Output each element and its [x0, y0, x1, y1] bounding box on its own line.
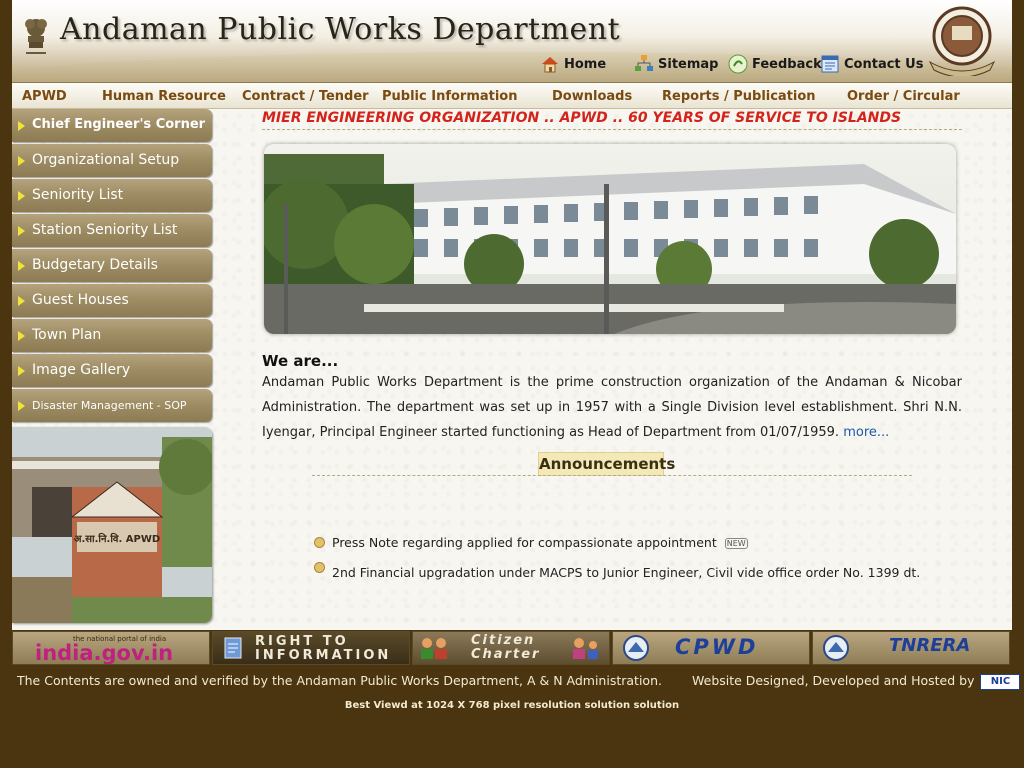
news-ticker-text: MIER ENGINEERING ORGANIZATION .. APWD ..… [262, 110, 902, 126]
apwd-office-photo: अ.सा.नि.वि. APWD [12, 427, 212, 623]
announcement-item[interactable]: Press Note regarding applied for compass… [312, 532, 932, 557]
sidebar-item-label: Budgetary Details [32, 257, 158, 273]
arrow-right-icon [18, 191, 25, 201]
more-link[interactable]: more... [843, 425, 889, 440]
sidebar-item-label: Station Seniority List [32, 222, 178, 238]
sitemap-link[interactable]: Sitemap [634, 54, 718, 74]
sidebar-item-label: Chief Engineer's Corner [32, 117, 206, 132]
nav-order-circular[interactable]: Order / Circular [847, 89, 960, 104]
sitemap-icon [635, 55, 653, 71]
tnrera-label: TNRERA [889, 635, 971, 656]
site-header: Andaman Public Works Department Home Sit… [12, 0, 1012, 84]
arrow-right-icon [18, 401, 25, 411]
page-container: Andaman Public Works Department Home Sit… [12, 0, 1012, 630]
arrow-right-icon [18, 121, 25, 131]
citizen-charter-banner[interactable]: Citizen Charter [412, 631, 610, 665]
announcement-text: 2nd Financial upgradation under MACPS to… [332, 565, 921, 592]
sidebar-item-guest-houses[interactable]: Guest Houses [12, 284, 212, 317]
home-icon [542, 57, 558, 73]
announcements-title: Announcements [538, 452, 675, 476]
citizen-label-1: Citizen [471, 633, 536, 648]
sidebar-item-town-plan[interactable]: Town Plan [12, 319, 212, 352]
feedback-link-label: Feedback [752, 56, 822, 72]
sidebar-item-label: Organizational Setup [32, 152, 180, 168]
contact-link-label: Contact Us [844, 56, 924, 72]
sitemap-link-label: Sitemap [658, 56, 719, 72]
arrow-right-icon [18, 261, 25, 271]
arrow-right-icon [18, 331, 25, 341]
contact-link[interactable]: Contact Us [820, 54, 923, 74]
india-gov-label: india.gov.in [35, 641, 174, 665]
contact-icon [821, 55, 839, 73]
footer-credit: Website Designed, Developed and Hosted b… [692, 673, 1021, 690]
national-emblem-icon [25, 19, 47, 54]
footer-ownership-text: The Contents are owned and verified by t… [17, 673, 662, 688]
tnrera-logo-icon [823, 635, 849, 661]
tnrera-banner[interactable]: TNRERA [812, 631, 1010, 665]
sidebar-item-label: Disaster Management - SOP [32, 399, 187, 412]
home-link[interactable]: Home [540, 54, 606, 74]
arrow-right-icon [18, 296, 25, 306]
nav-contract-tender[interactable]: Contract / Tender [242, 89, 369, 104]
footer-resolution-note: Best Viewd at 1024 X 768 pixel resolutio… [344, 700, 680, 711]
family-icon [573, 638, 598, 659]
announcement-item[interactable]: 2nd Financial upgradation under MACPS to… [312, 557, 932, 592]
sidebar-item-label: Guest Houses [32, 292, 129, 308]
document-icon [224, 637, 242, 659]
about-text: Andaman Public Works Department is the p… [262, 370, 962, 445]
rti-banner[interactable]: RIGHT TO INFORMATION [212, 631, 410, 665]
announcements-divider [312, 475, 912, 476]
arrow-right-icon [18, 366, 25, 376]
arrow-right-icon [18, 226, 25, 236]
feedback-link[interactable]: Feedback [728, 54, 822, 74]
sidebar: Chief Engineer's Corner Organizational S… [12, 109, 212, 623]
india-gov-banner[interactable]: the national portal of india india.gov.i… [12, 631, 210, 665]
sidebar-item-label: Town Plan [32, 327, 102, 343]
nav-apwd[interactable]: APWD [22, 89, 67, 104]
cpwd-banner[interactable]: CPWD [612, 631, 810, 665]
sidebar-item-seniority-list[interactable]: Seniority List [12, 179, 212, 212]
new-badge: NEW [724, 538, 748, 549]
nav-downloads[interactable]: Downloads [552, 89, 632, 104]
apwd-seal-icon [928, 6, 996, 76]
announcement-text: Press Note regarding applied for compass… [332, 535, 717, 550]
people-icon [421, 638, 447, 659]
cpwd-logo-icon [623, 635, 649, 661]
sidebar-item-chief-engineers-corner[interactable]: Chief Engineer's Corner [12, 109, 212, 142]
photo-sign-text: अ.सा.नि.वि. APWD [74, 532, 160, 545]
nav-public-information[interactable]: Public Information [382, 89, 518, 104]
feedback-icon [728, 54, 748, 74]
sidebar-item-label: Image Gallery [32, 362, 131, 378]
nav-reports-publication[interactable]: Reports / Publication [662, 89, 816, 104]
main-nav: APWD Human Resource Contract / Tender Pu… [12, 83, 1012, 109]
nav-human-resource[interactable]: Human Resource [102, 89, 226, 104]
bullet-icon [314, 562, 325, 573]
apwd-building-photo [264, 144, 956, 334]
site-title: Andaman Public Works Department [60, 12, 621, 47]
sidebar-item-image-gallery[interactable]: Image Gallery [12, 354, 212, 387]
home-link-label: Home [564, 56, 607, 72]
footer-credit-text: Website Designed, Developed and Hosted b… [692, 673, 975, 688]
sidebar-item-label: Seniority List [32, 187, 124, 203]
rti-label-1: RIGHT TO [255, 634, 349, 649]
sidebar-item-station-seniority-list[interactable]: Station Seniority List [12, 214, 212, 247]
partner-banners: the national portal of india india.gov.i… [12, 631, 1012, 665]
about-title: We are... [262, 352, 339, 370]
nic-logo[interactable]: NIC [980, 673, 1021, 690]
sidebar-item-budgetary-details[interactable]: Budgetary Details [12, 249, 212, 282]
sidebar-item-disaster-management[interactable]: Disaster Management - SOP [12, 389, 212, 422]
sidebar-item-organizational-setup[interactable]: Organizational Setup [12, 144, 212, 177]
news-ticker: MIER ENGINEERING ORGANIZATION .. APWD ..… [262, 109, 962, 130]
arrow-right-icon [18, 156, 25, 166]
rti-label-2: INFORMATION [255, 648, 392, 663]
announcements-list: Press Note regarding applied for compass… [312, 532, 932, 592]
cpwd-label: CPWD [675, 635, 759, 659]
bullet-icon [314, 537, 325, 548]
citizen-label-2: Charter [471, 647, 541, 662]
